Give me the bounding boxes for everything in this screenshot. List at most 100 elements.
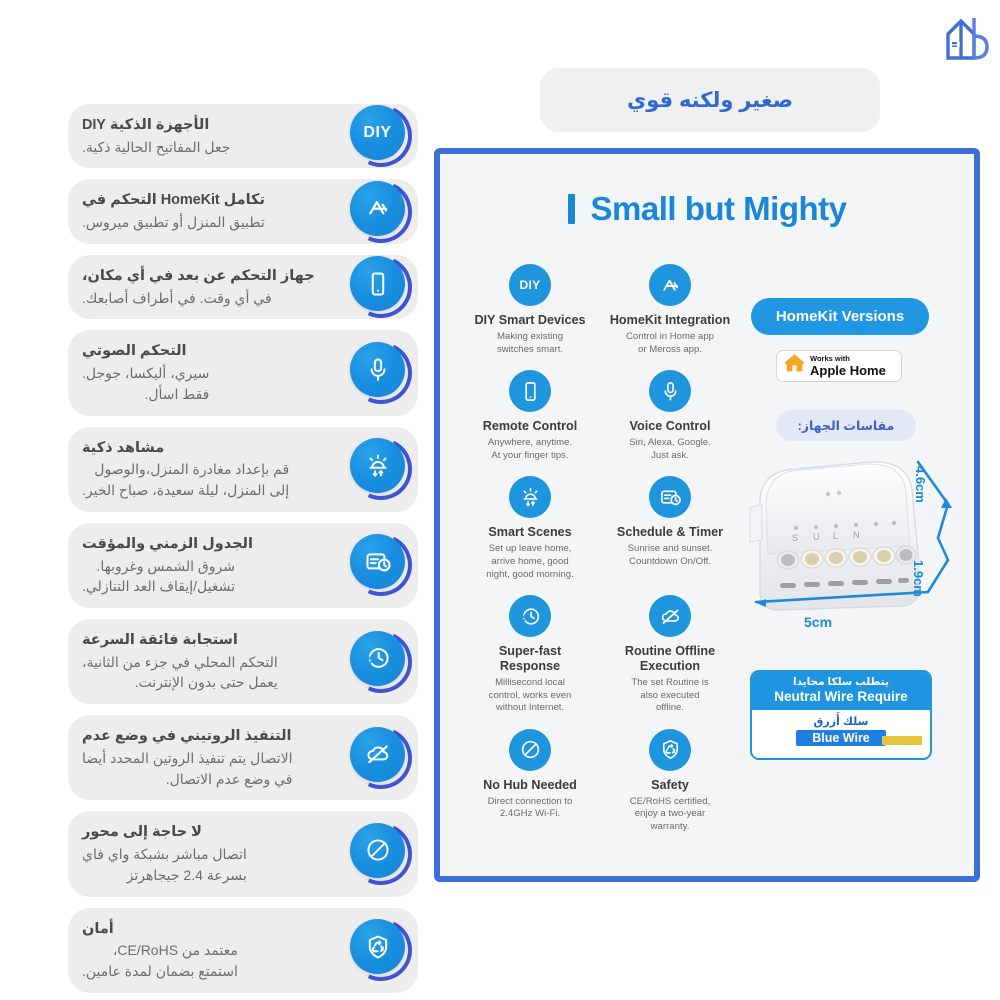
- m-house-logo: [944, 12, 992, 62]
- feature-card-description: سيري، أليكسا، جوجل. فقط اسأل.: [82, 365, 210, 402]
- safety-icon: [350, 919, 405, 975]
- feature-card-icon-wrap: [341, 333, 421, 413]
- feature-card-icon-wrap: [341, 247, 421, 327]
- feature-grid-description: CE/RoHS certified, enjoy a two-year warran…: [629, 795, 711, 833]
- phone-icon: [509, 370, 551, 413]
- feature-grid-description: Millisecond local control, works even with…: [488, 676, 572, 714]
- feature-grid-title: Safety: [651, 777, 689, 792]
- homekit-versions-label: HomeKit Versions: [775, 308, 905, 325]
- feature-card-description: اتصال مباشر بشبكة واي فاي بسرعة 2.4 جيجاه…: [82, 846, 247, 883]
- feature-grid-title: Routine Offline Execution: [624, 644, 716, 674]
- offline-icon: [350, 726, 405, 782]
- feature-grid-title: Smart Scenes: [488, 525, 572, 540]
- homekit-versions-badge: HomeKit Versions: [751, 298, 929, 335]
- feature-card-description: تطبيق المنزل أو تطبيق ميروس.: [82, 214, 265, 231]
- mic-icon: [649, 370, 691, 413]
- feature-grid-row: Remote Control Anywhere, anytime. At your …: [460, 370, 740, 476]
- svg-text:U: U: [813, 532, 820, 542]
- product-info-panel: Small but Mighty DIY DIY Smart Devices Mak…: [434, 148, 980, 882]
- apple-home-icon: [784, 353, 805, 379]
- feature-card-description: التحكم المحلي في جزء من الثانية، يعمل حتى…: [82, 653, 278, 691]
- apple-badge-line2: Apple Home: [810, 362, 886, 378]
- diy-icon: DIY: [509, 264, 551, 306]
- mic-icon: [350, 342, 405, 397]
- device-width-label: 5cm: [804, 614, 833, 630]
- svg-text:L: L: [833, 531, 838, 541]
- feature-card-description: قم بإعداد مغادرة المنزل،والوصول إلى المنز…: [82, 461, 290, 499]
- panel-title: Small but Mighty: [590, 190, 848, 227]
- device-photo: SULN 4.6cm 1.9cm 5cm: [742, 442, 974, 654]
- feature-grid-title: Remote Control: [482, 419, 578, 434]
- feature-card-icon-wrap: [341, 429, 421, 509]
- feature-grid-cell: Voice Control Siri, Alexa, Google. Just as…: [600, 370, 740, 462]
- neutral-wire-english-head: Neutral Wire Require: [774, 688, 908, 704]
- feature-grid-title: No Hub Needed: [483, 777, 577, 792]
- appstore-icon: [350, 180, 405, 236]
- feature-card-title: تكامل HomeKit التحكم في: [82, 192, 265, 209]
- feature-grid-description: Control in Home app or Meross app.: [626, 330, 714, 355]
- feature-grid-title: Schedule & Timer: [616, 525, 724, 540]
- features-sidebar: الأجهزة الذكية DIY جعل المفاتيح الحالية ذ…: [68, 96, 421, 1000]
- apple-badge-line1: Works with: [810, 354, 850, 364]
- feature-card-icon-wrap: [341, 910, 421, 990]
- feature-card-title: أمان: [82, 920, 114, 937]
- feature-card: أمان معتمد من CE/RoHS، استمتع بضمان لمدة ع…: [68, 907, 421, 993]
- feature-grid-description: Anywhere, anytime. At your finger tips.: [487, 437, 573, 461]
- feature-card-icon-wrap: [341, 171, 421, 252]
- fast-icon: [509, 595, 551, 638]
- diy-icon: DIY: [350, 105, 405, 161]
- feature-card-icon-wrap: [341, 718, 421, 798]
- feature-grid-cell: DIY DIY Smart Devices Making existing switc…: [460, 264, 600, 356]
- feature-grid-cell: HomeKit Integration Control in Home app or…: [600, 264, 740, 356]
- schedule-icon: [350, 534, 405, 590]
- feature-grid-row: Smart Scenes Set up leave home, arrive hom…: [460, 476, 740, 595]
- feature-card-title: استجابة فائقة السرعة: [82, 631, 238, 648]
- device-height-label: 4.6cm: [913, 466, 928, 503]
- feature-grid-row: Super-fast Response Millisecond local contr…: [460, 595, 740, 729]
- offline-icon: [649, 595, 691, 638]
- feature-card-title: مشاهد ذكية: [82, 439, 165, 456]
- feature-card-description: الاتصال يتم تنفيذ الروتين المحدد أيضا في …: [82, 749, 293, 787]
- blue-wire-chip: Blue Wire: [796, 730, 886, 747]
- feature-grid-title: Super-fast Response: [498, 644, 562, 674]
- feature-grid-row: DIY DIY Smart Devices Making existing switc…: [460, 264, 740, 370]
- feature-card: مشاهد ذكية قم بإعداد مغادرة المنزل،والوصو…: [68, 426, 421, 512]
- feature-grid-cell: Schedule & Timer Sunrise and sunset. Count…: [600, 476, 740, 581]
- feature-card: لا حاجة إلى محور اتصال مباشر بشبكة واي فا…: [68, 811, 421, 897]
- feature-card-description: شروق الشمس وغروبها. تشغيل/إيقاف العد التن…: [82, 557, 235, 595]
- nohub-icon: [509, 728, 551, 771]
- blue-wire-arabic-label: سلك أَزرق: [813, 716, 869, 729]
- feature-card-icon-wrap: DIY: [341, 96, 421, 176]
- feature-card-icon-wrap: [341, 525, 421, 606]
- heading-accent-bar: [567, 194, 575, 224]
- feature-card: جهاز التحكم عن بعد في أي مكان، في أي وقت.…: [68, 247, 421, 327]
- nohub-icon: [350, 822, 405, 878]
- feature-card: تكامل HomeKit التحكم في تطبيق المنزل أو ت…: [68, 171, 421, 252]
- feature-card-title: جهاز التحكم عن بعد في أي مكان،: [82, 267, 315, 284]
- feature-grid-cell: Smart Scenes Set up leave home, arrive hom…: [460, 476, 600, 581]
- panel-heading: Small but Mighty: [440, 190, 974, 228]
- feature-grid-row: No Hub Needed Direct connection to 2.4GHz …: [460, 728, 740, 848]
- neutral-wire-arabic-head: يتطلب سلكا محايدا: [793, 676, 889, 688]
- feature-card-title: الجدول الزمني والمؤقت: [82, 535, 253, 552]
- feature-card: الجدول الزمني والمؤقت شروق الشمس وغروبها.…: [68, 522, 421, 608]
- feature-card-description: معتمد من CE/RoHS، استمتع بضمان لمدة عامين…: [82, 942, 238, 979]
- phone-icon: [350, 256, 405, 312]
- feature-grid-description: Set up leave home, arrive home, good night…: [486, 543, 574, 580]
- feature-card-icon-wrap: [341, 814, 421, 894]
- scene-icon: [509, 476, 551, 519]
- feature-card: الأجهزة الذكية DIY جعل المفاتيح الحالية ذ…: [68, 96, 421, 176]
- feature-grid-cell: No Hub Needed Direct connection to 2.4GHz …: [460, 728, 600, 834]
- feature-grid-cell: Safety CE/RoHS certified, enjoy a two-year…: [600, 728, 740, 834]
- svg-text:S: S: [792, 533, 798, 543]
- feature-card-title: التحكم الصوتي: [82, 343, 187, 360]
- works-with-apple-home-badge: Works with Apple Home: [776, 350, 902, 382]
- feature-grid-description: Sunrise and sunset. Countdown On/Off.: [627, 543, 713, 567]
- feature-card-description: في أي وقت. في أطراف أصابعك.: [82, 289, 272, 306]
- arabic-tagline-pill: صغير ولكنه قوي: [540, 68, 880, 132]
- feature-card-title: لا حاجة إلى محور: [82, 824, 202, 841]
- panel-feature-grid: DIY DIY Smart Devices Making existing switc…: [460, 264, 740, 848]
- device-dimensions-label: مقاسات الجهاز:: [797, 419, 895, 433]
- appstore-icon: [649, 264, 691, 306]
- svg-text:N: N: [853, 530, 860, 540]
